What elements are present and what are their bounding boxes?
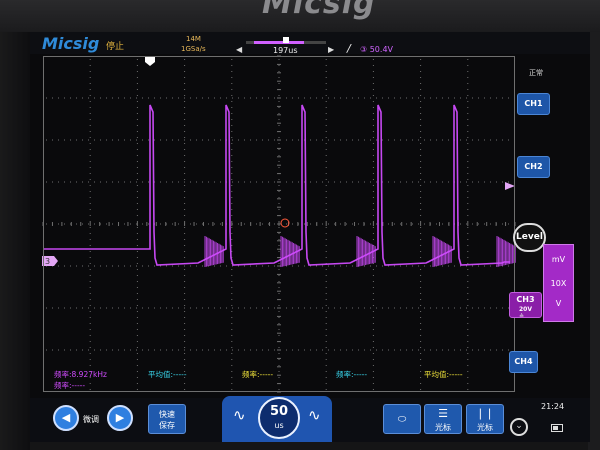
measurement-ch1-average[interactable]: 平均值:----- [424,369,463,380]
fine-adjust-label: 微调 [83,415,99,424]
fine-left-arrow-icon[interactable]: ◀ [53,405,79,431]
ch3-coupling-icon: ≙ [519,313,525,320]
unit-mv[interactable]: mV [544,255,573,264]
timebase-unit: us [274,421,284,430]
measurement-ch3-frequency[interactable]: 频率:8.927kHz [54,369,107,380]
quick-save-label-2: 保存 [159,421,175,430]
measurement-ch2-frequency[interactable]: 频率:----- [336,369,367,380]
trigger-mode-label: 正常 [529,69,543,77]
ch1-button[interactable]: CH1 [517,93,550,115]
horizontal-cursor-button[interactable]: ☰ 光标 [424,404,462,434]
quick-save-label-1: 快速 [159,410,175,419]
graticule-frame [43,56,515,392]
ch3-volts-per-div: 20V [519,306,532,313]
timebase-decrease-wave-icon[interactable]: ∿ [233,406,246,424]
fine-right-arrow-icon[interactable]: ▶ [107,405,133,431]
ch3-button[interactable]: CH3 20V [509,292,542,318]
probe-factor[interactable]: 10X [544,279,573,288]
vertical-cursor-icon: ❘❘ [475,407,495,420]
power-menu-icon[interactable]: ⌄ [510,418,528,436]
timebase-increase-wave-icon[interactable]: ∿ [308,406,321,424]
vertical-cursor-label: 光标 [477,423,493,432]
unit-v[interactable]: V [544,299,573,308]
measurement-ch2-average[interactable]: 平均值:----- [148,369,187,380]
ch4-button[interactable]: CH4 [509,351,538,373]
quick-save-button[interactable]: 快速 保存 [148,404,186,434]
timebase-knob[interactable]: 50 us [258,397,300,439]
battery-icon [551,424,563,432]
measurement-ch1-frequency[interactable]: 频率:----- [242,369,273,380]
ch3-button-label: CH3 [516,295,535,304]
vertical-unit-selector[interactable]: mV 10X V [543,244,574,322]
level-button[interactable]: Level [513,223,546,252]
toggle-switch-icon: ⬭ [397,414,407,425]
horizontal-cursor-label: 光标 [435,423,451,432]
measurement-ch3-frequency-2[interactable]: 频率:----- [54,380,85,391]
timebase-value: 50 [269,404,289,419]
horizontal-cursor-icon: ☰ [438,407,448,420]
ch2-button[interactable]: CH2 [517,156,550,178]
clock: 21:24 [541,402,565,411]
vertical-cursor-button[interactable]: ❘❘ 光标 [466,404,504,434]
display-toggle-button[interactable]: ⬭ [383,404,421,434]
